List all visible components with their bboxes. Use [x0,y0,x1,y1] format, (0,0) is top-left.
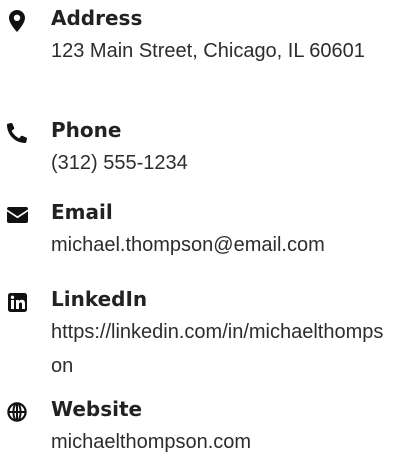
linkedin-label: LinkedIn [51,287,148,311]
email-label: Email [51,200,113,224]
address-value: 123 Main Street, Chicago, IL 60601 [51,40,365,62]
phone-value[interactable]: (312) 555-1234 [51,146,391,180]
globe-icon [6,401,28,423]
website-label: Website [51,397,143,421]
email-value[interactable]: michael.thompson@email.com [51,228,391,262]
phone-icon [6,122,28,144]
address-label: Address [51,6,143,30]
phone-label: Phone [51,118,122,142]
contact-list: Address 123 Main Street, Chicago, IL 606… [0,0,399,453]
contact-item-phone: Phone (312) 555-1234 [0,112,399,188]
envelope-icon [6,204,28,226]
contact-item-website: Website michaelthompson.com [0,391,399,453]
contact-item-email: Email michael.thompson@email.com [0,194,399,270]
linkedin-icon [6,291,28,313]
map-marker-icon [6,10,28,32]
website-value[interactable]: michaelthompson.com [51,425,391,459]
contact-item-linkedin: LinkedIn https://linkedin.com/in/michael… [0,281,399,391]
linkedin-value[interactable]: https://linkedin.com/in/michaelthompson [51,315,391,383]
contact-item-address: Address 123 Main Street, Chicago, IL 606… [0,0,399,104]
